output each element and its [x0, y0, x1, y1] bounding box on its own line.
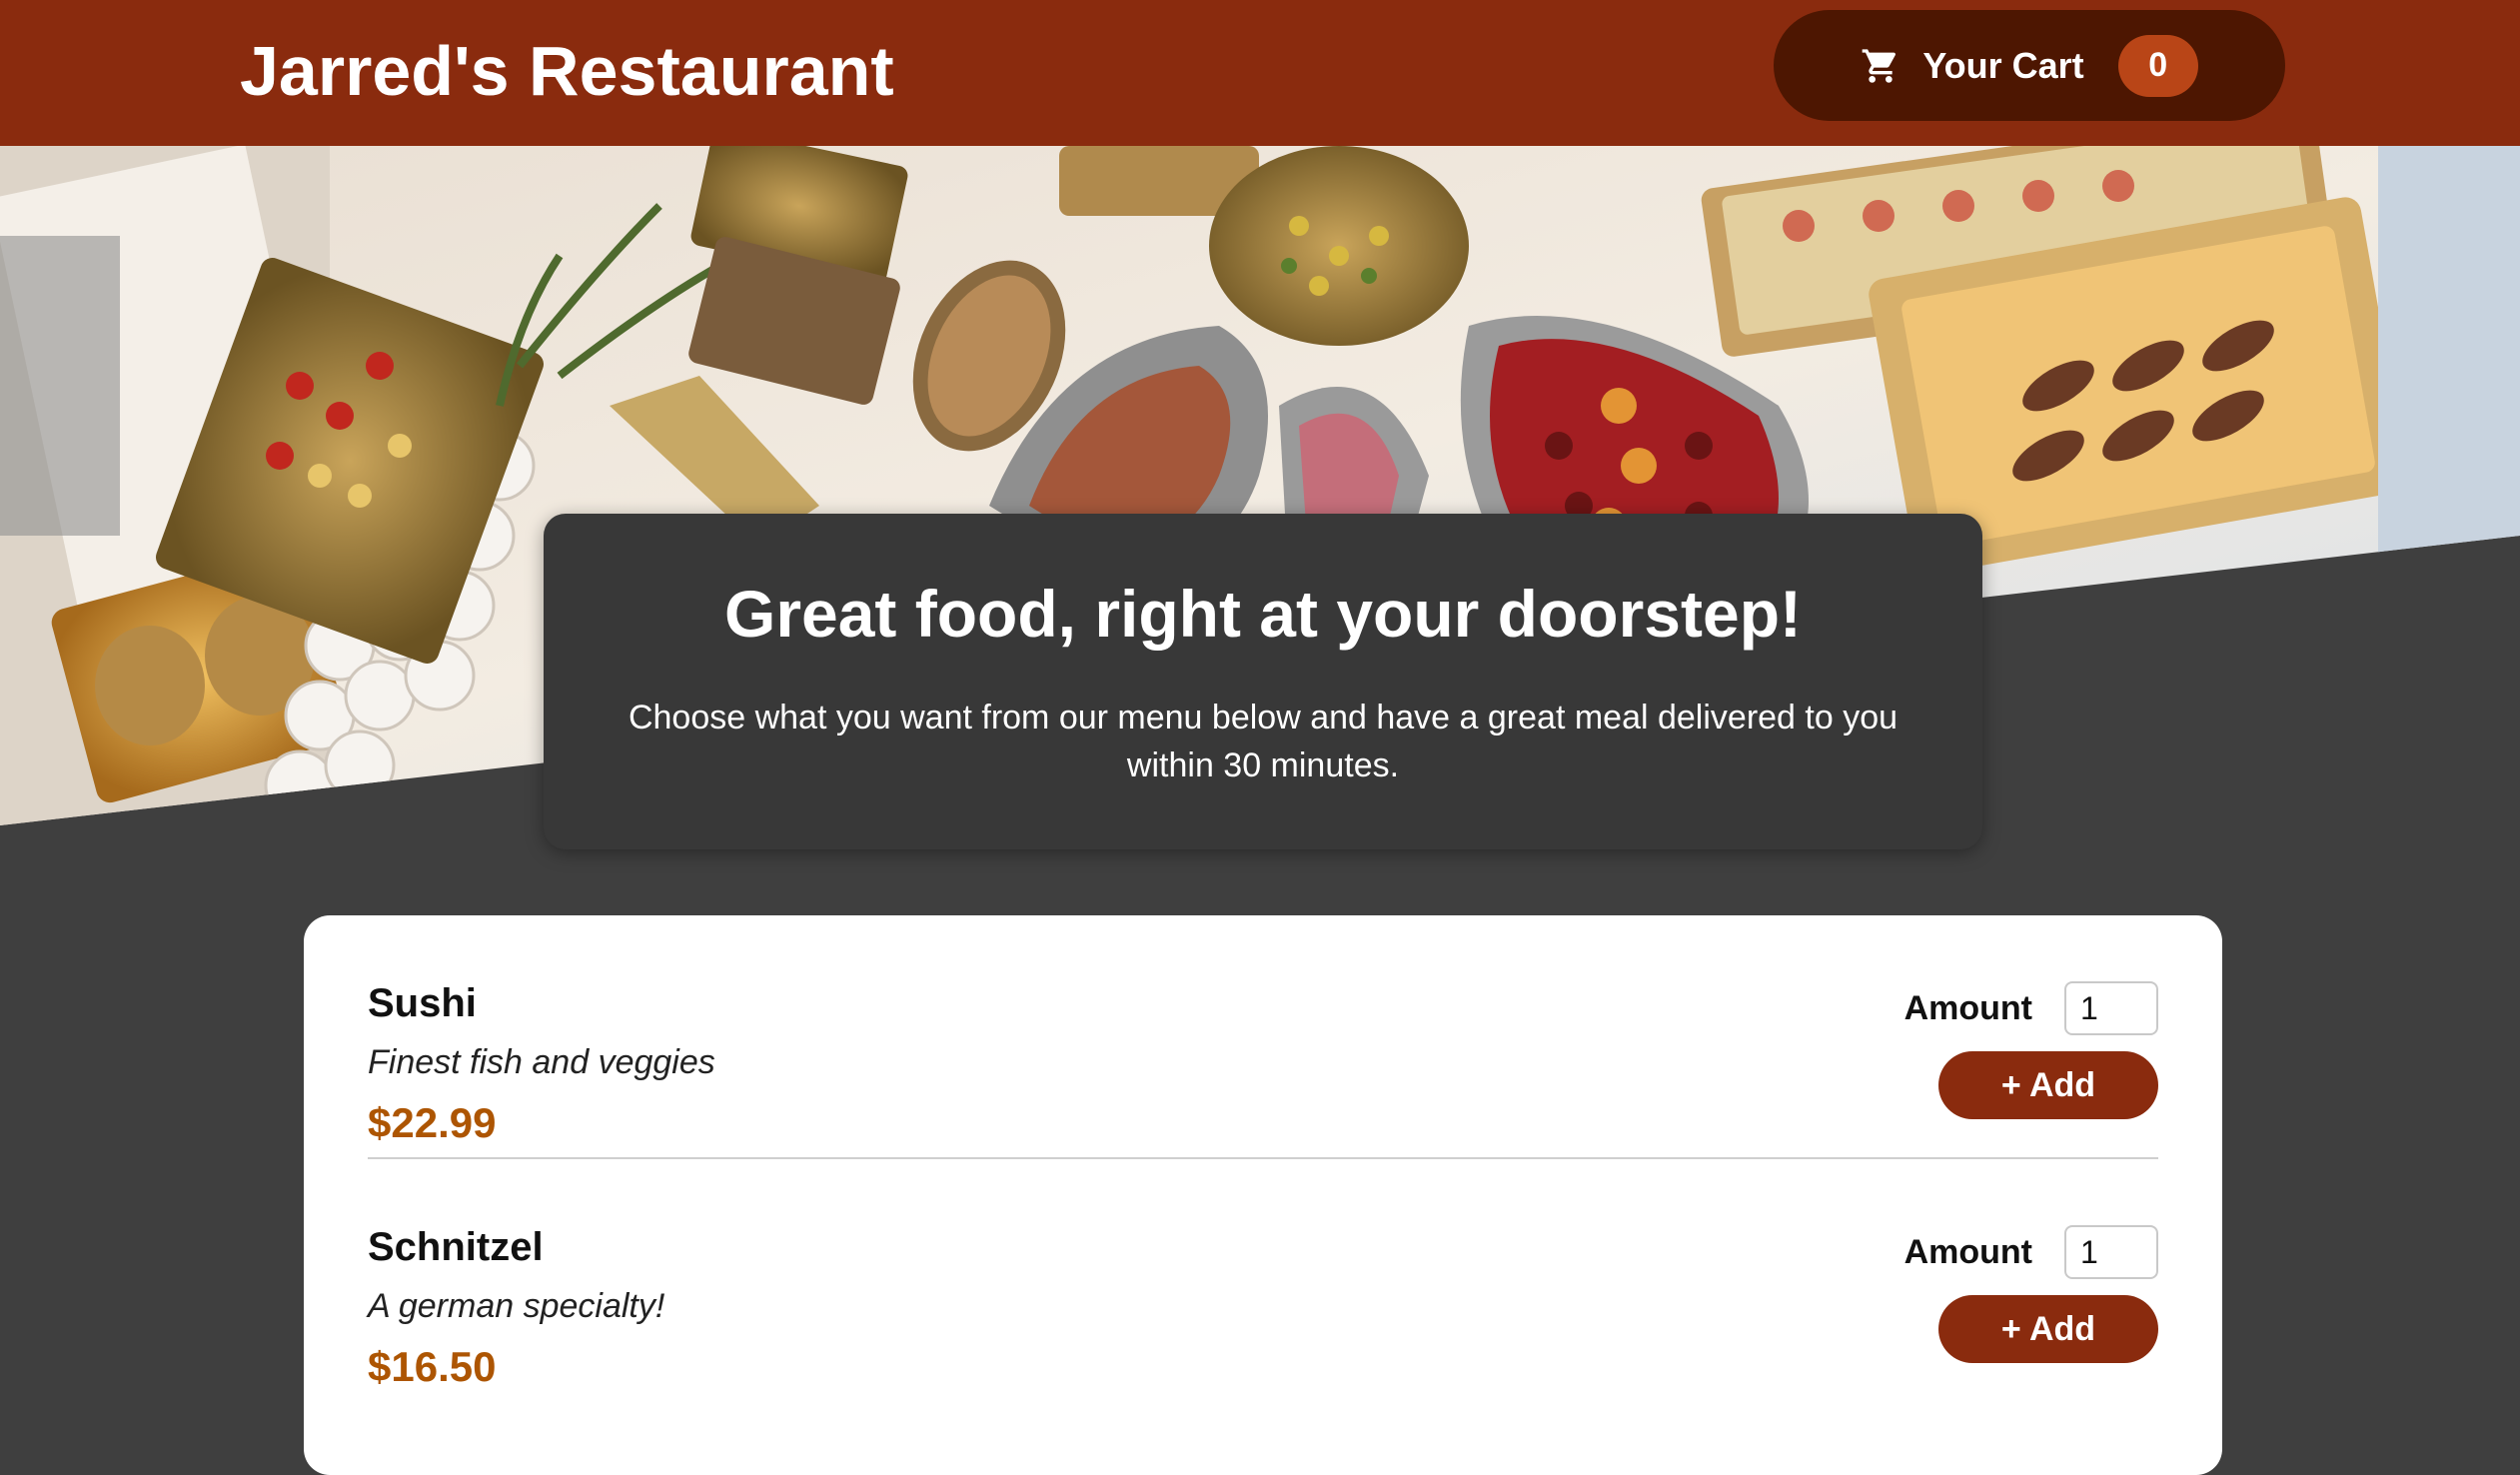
- summary-text: Choose what you want from our menu below…: [628, 699, 1898, 784]
- amount-row: Amount: [1904, 1225, 2158, 1279]
- meal-name: Schnitzel: [368, 1225, 544, 1269]
- brand-title: Jarred's Restaurant: [240, 32, 894, 110]
- meal-item-schnitzel: Schnitzel A german specialty! $16.50 Amo…: [368, 1159, 2158, 1401]
- meal-name: Sushi: [368, 981, 477, 1025]
- cart-button[interactable]: Your Cart 0: [1774, 10, 2285, 121]
- amount-label: Amount: [1903, 988, 2032, 1027]
- meal-price: $16.50: [368, 1343, 497, 1390]
- cart-label: Your Cart: [1922, 44, 2084, 86]
- main-header: Jarred's Restaurant Your Cart 0: [0, 0, 2520, 146]
- meal-price: $22.99: [368, 1099, 497, 1146]
- summary-title: Great food, right at your doorstep!: [723, 577, 1802, 651]
- meal-description: A german specialty!: [368, 1287, 665, 1325]
- cart-icon: [1861, 46, 1900, 86]
- add-button[interactable]: + Add: [1938, 1295, 2158, 1363]
- summary-card: Great food, right at your doorstep! Choo…: [544, 514, 1982, 849]
- amount-label: Amount: [1903, 1232, 2032, 1271]
- add-button[interactable]: + Add: [1938, 1051, 2158, 1119]
- amount-row: Amount: [1904, 981, 2158, 1035]
- cart-count-badge: 0: [2117, 34, 2198, 97]
- meals-card: Sushi Finest fish and veggies $22.99 Amo…: [304, 915, 2222, 1475]
- amount-input[interactable]: [2064, 981, 2158, 1035]
- meal-item-sushi: Sushi Finest fish and veggies $22.99 Amo…: [368, 915, 2158, 1159]
- amount-input[interactable]: [2064, 1225, 2158, 1279]
- meal-description: Finest fish and veggies: [368, 1043, 715, 1081]
